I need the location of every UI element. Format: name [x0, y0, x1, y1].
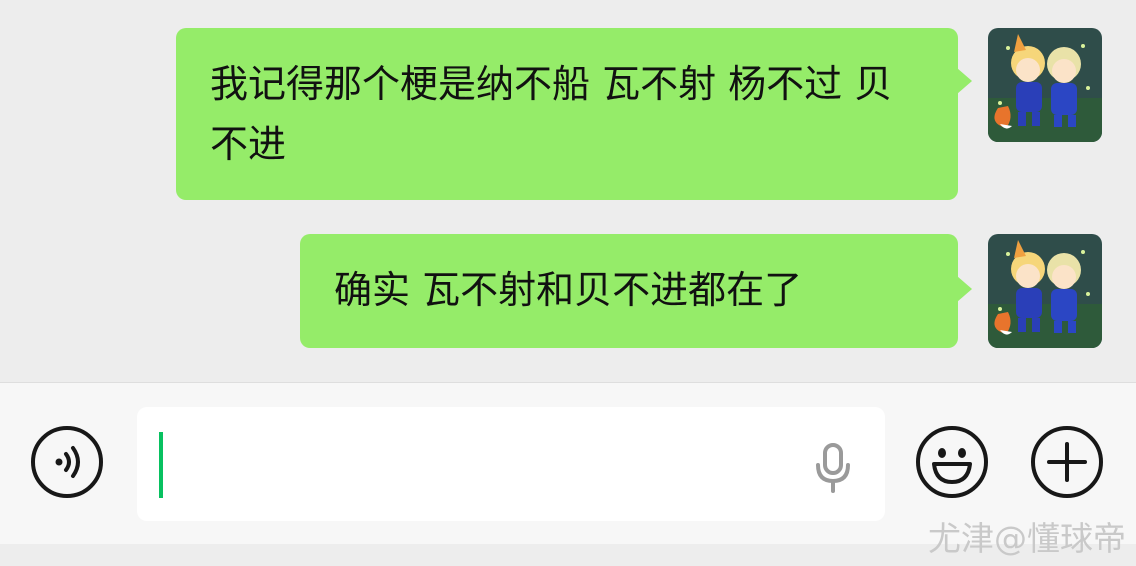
plus-icon: [1047, 442, 1087, 482]
voice-mode-icon: [55, 446, 80, 478]
avatar[interactable]: [988, 28, 1102, 142]
watermark: 尤津@懂球帝: [928, 519, 1126, 558]
emoji-face-icon: [932, 448, 972, 484]
message-text: 我记得那个梗是纳不船 瓦不射 杨不过 贝不进: [210, 62, 893, 166]
more-actions-button[interactable]: [1031, 426, 1103, 498]
avatar[interactable]: [988, 234, 1102, 348]
voice-mode-button[interactable]: [31, 426, 103, 498]
emoji-button[interactable]: [916, 426, 988, 498]
message-bubble-outgoing[interactable]: 我记得那个梗是纳不船 瓦不射 杨不过 贝不进: [176, 28, 972, 200]
message-text: 确实 瓦不射和贝不进都在了: [334, 268, 803, 312]
message-input[interactable]: [137, 407, 885, 521]
text-caret: [159, 432, 163, 498]
avatar-illustration: [988, 28, 1102, 142]
chat-message-area: 我记得那个梗是纳不船 瓦不射 杨不过 贝不进 确实 瓦不射和贝不进都在了: [0, 0, 1136, 382]
message-bubble-outgoing[interactable]: 确实 瓦不射和贝不进都在了: [300, 234, 972, 348]
avatar-illustration: [988, 234, 1102, 348]
microphone-icon[interactable]: [813, 443, 853, 493]
